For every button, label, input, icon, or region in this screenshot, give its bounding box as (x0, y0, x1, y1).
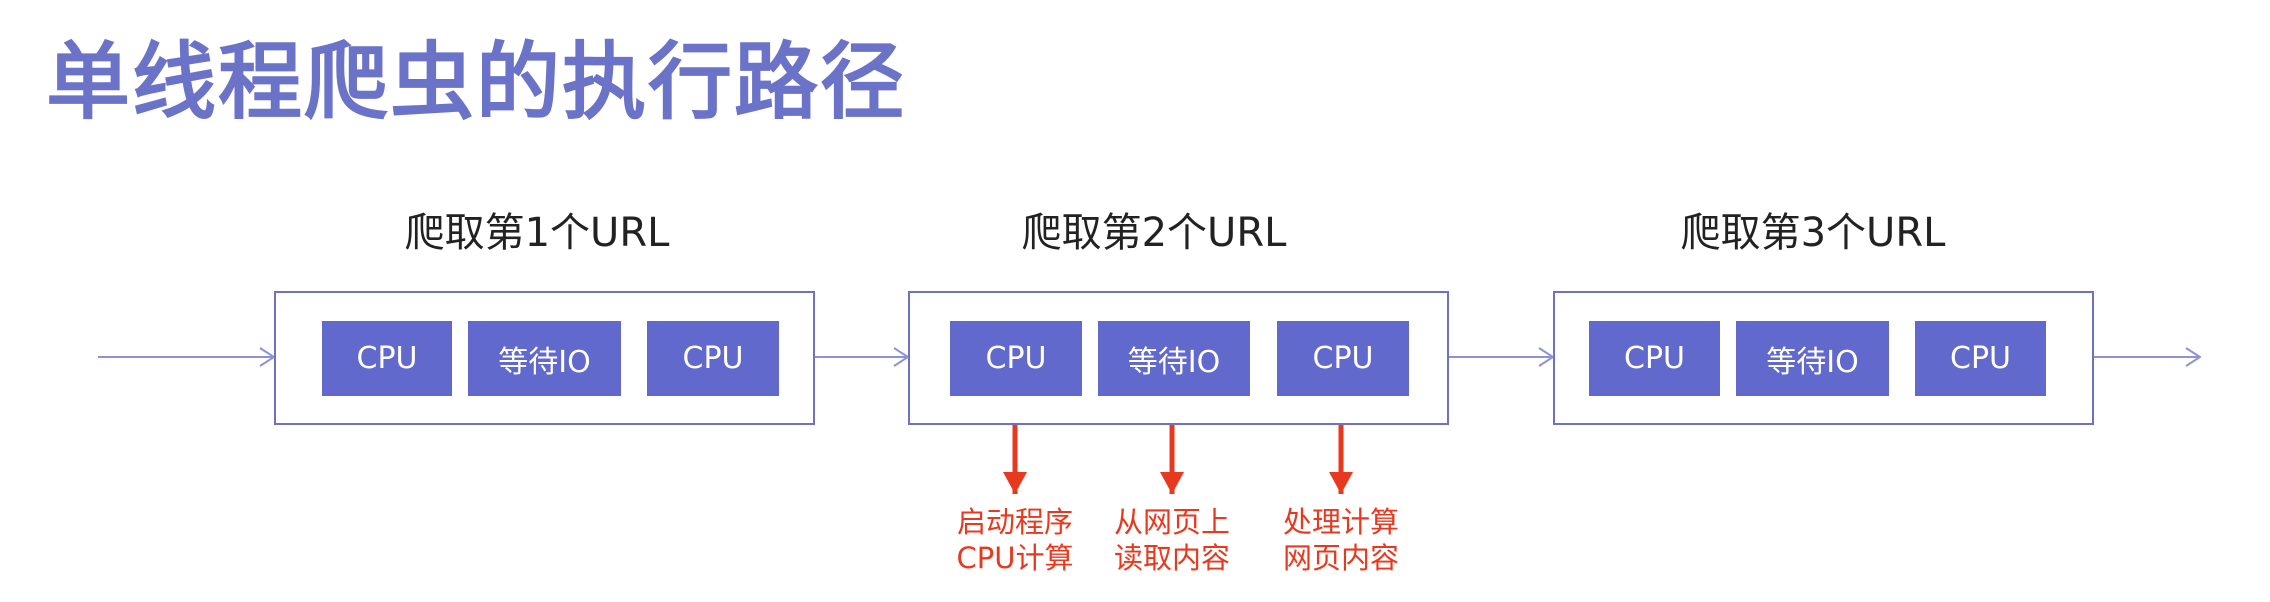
annotation-line: 网页内容 (1282, 541, 1399, 575)
group-box-url-2: CPU 等待IO CPU (908, 291, 1449, 425)
step-cpu-5: CPU (1589, 321, 1720, 396)
step-cpu-1: CPU (322, 321, 452, 396)
step-cpu-3: CPU (950, 321, 1082, 396)
step-wait-io-2: 等待IO (1098, 321, 1250, 396)
step-wait-io-1: 等待IO (468, 321, 621, 396)
step-wait-io-3: 等待IO (1736, 321, 1889, 396)
group-title-url-3: 爬取第3个URL (1680, 210, 1946, 256)
step-cpu-2: CPU (647, 321, 779, 396)
group-title-url-2: 爬取第2个URL (1021, 210, 1287, 256)
step-cpu-6: CPU (1915, 321, 2046, 396)
step-cpu-4: CPU (1277, 321, 1409, 396)
diagram-canvas: 单线程爬虫的执行路径 爬取第1个URL CPU 等待IO CPU 爬取第2个UR… (0, 0, 2270, 602)
group-box-url-3: CPU 等待IO CPU (1553, 291, 2094, 425)
group-title-url-1: 爬取第1个URL (404, 210, 670, 256)
annotation-line: 处理计算 (1282, 505, 1399, 539)
annotation-cpu-process: 处理计算 网页内容 (1241, 504, 1441, 576)
group-box-url-1: CPU 等待IO CPU (274, 291, 815, 425)
